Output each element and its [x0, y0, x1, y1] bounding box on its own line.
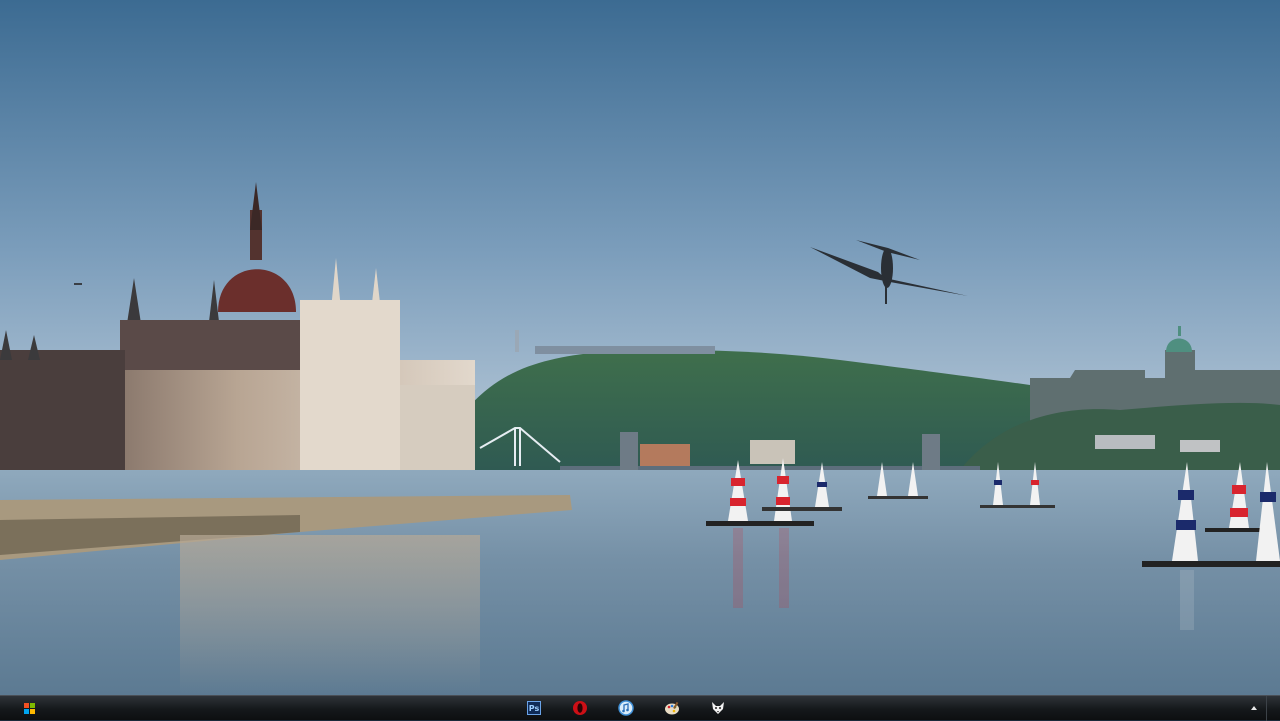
bridge-pillar-right [922, 434, 940, 472]
show-hidden-icons-button[interactable] [1246, 699, 1262, 717]
taskbar: Ps [0, 695, 1280, 721]
parliament-reflection [180, 535, 480, 695]
taskbar-app-fox[interactable] [709, 699, 727, 717]
bridge-pillar-left [620, 432, 638, 472]
taskbar-app-paint[interactable] [663, 699, 681, 717]
taskbar-app-itunes[interactable] [617, 699, 635, 717]
citadel-wall [535, 346, 715, 354]
start-button[interactable] [20, 699, 38, 717]
photoshop-icon: Ps [527, 701, 541, 715]
desktop-wallpaper [0, 0, 1280, 695]
paint-palette-icon [665, 701, 679, 715]
opera-icon [573, 701, 587, 715]
show-hidden-icons-arrow-icon [1251, 706, 1257, 710]
show-desktop-button[interactable] [1266, 696, 1280, 721]
distant-bird [74, 283, 82, 285]
fox-head-icon [712, 702, 724, 714]
itunes-icon [618, 700, 634, 716]
taskbar-app-photoshop[interactable]: Ps [525, 699, 543, 717]
taskbar-app-opera[interactable] [571, 699, 589, 717]
liberty-statue [515, 330, 519, 352]
windows-logo-icon [23, 702, 35, 714]
